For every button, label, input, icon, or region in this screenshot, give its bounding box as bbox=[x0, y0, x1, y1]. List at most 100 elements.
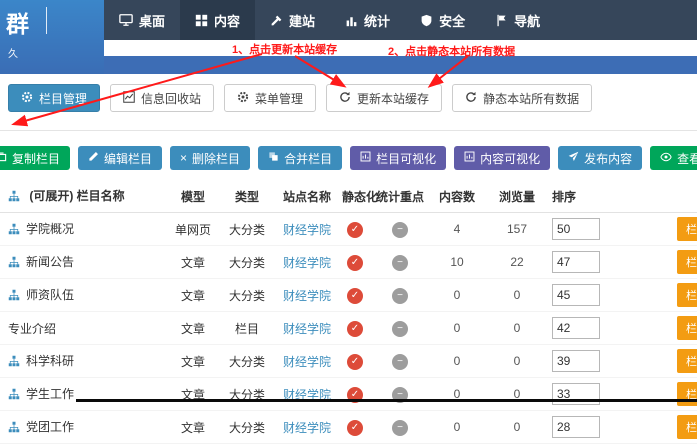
menu-manage-button[interactable]: 菜单管理 bbox=[224, 84, 316, 112]
header-sort: 排序 bbox=[548, 180, 603, 213]
security-shield-icon bbox=[420, 14, 433, 27]
static-enabled-icon[interactable]: ✓ bbox=[347, 222, 363, 238]
nav-item-label: 统计 bbox=[364, 11, 390, 30]
update-site-cache-button[interactable]: 更新本站缓存 bbox=[326, 84, 442, 112]
site-link[interactable]: 财经学院 bbox=[283, 355, 331, 369]
button-label: 复制栏目 bbox=[12, 150, 60, 167]
static-enabled-icon[interactable]: ✓ bbox=[347, 420, 363, 436]
site-link[interactable]: 财经学院 bbox=[283, 289, 331, 303]
button-label: 静态本站所有数据 bbox=[483, 90, 579, 107]
site-link[interactable]: 财经学院 bbox=[283, 223, 331, 237]
views-cell: 0 bbox=[486, 279, 548, 312]
button-label: 删除栏目 bbox=[192, 150, 240, 167]
column-name[interactable]: 专业介绍 bbox=[8, 322, 56, 336]
statistics-icon bbox=[345, 14, 358, 27]
sitemap-icon bbox=[8, 190, 20, 205]
model-cell: 文章 bbox=[168, 345, 218, 378]
row-column-button[interactable]: 栏目 bbox=[677, 415, 697, 439]
stat-focus-off-icon[interactable]: − bbox=[392, 288, 408, 304]
views-cell: 0 bbox=[486, 312, 548, 345]
model-cell: 文章 bbox=[168, 411, 218, 444]
column-name[interactable]: 学院概况 bbox=[26, 222, 74, 236]
site-link[interactable]: 财经学院 bbox=[283, 421, 331, 435]
static-all-site-data-button[interactable]: 静态本站所有数据 bbox=[452, 84, 592, 112]
nav-item-label: 建站 bbox=[289, 11, 315, 30]
content-count-cell: 0 bbox=[428, 411, 486, 444]
button-label: 菜单管理 bbox=[255, 90, 303, 107]
nav-item-statistics[interactable]: 统计 bbox=[330, 0, 405, 40]
publish-content-button[interactable]: 发布内容 bbox=[558, 146, 642, 170]
content-count-cell: 0 bbox=[428, 378, 486, 411]
content-count-cell: 10 bbox=[428, 246, 486, 279]
desktop-icon bbox=[119, 13, 133, 27]
column-name[interactable]: 学生工作 bbox=[26, 387, 74, 401]
column-manage-tab-button[interactable]: 栏目管理 bbox=[8, 84, 100, 112]
sort-input[interactable] bbox=[552, 317, 600, 339]
stat-focus-off-icon[interactable]: − bbox=[392, 420, 408, 436]
stat-focus-off-icon[interactable]: − bbox=[392, 321, 408, 337]
logo-tagline: 久 bbox=[8, 45, 18, 60]
view-activity-button[interactable]: 查看动态 bbox=[650, 146, 697, 170]
row-column-button[interactable]: 栏目 bbox=[677, 382, 697, 406]
columns-table: (可展开) 栏目名称 模型 类型 站点名称 静态化 统计重点 内容数 浏览量 排… bbox=[0, 180, 697, 444]
info-recycle-bin-button[interactable]: 信息回收站 bbox=[110, 84, 214, 112]
nav-item-navigation[interactable]: 导航 bbox=[480, 0, 555, 40]
tree-expand-icon[interactable] bbox=[8, 256, 20, 271]
button-label: 栏目可视化 bbox=[376, 150, 436, 167]
tree-expand-icon[interactable] bbox=[8, 421, 20, 436]
row-column-button[interactable]: 栏目 bbox=[677, 283, 697, 307]
type-cell: 栏目 bbox=[218, 312, 276, 345]
copy-column-button[interactable]: 复制栏目 bbox=[0, 146, 70, 170]
tree-expand-icon[interactable] bbox=[8, 289, 20, 304]
edit-column-button[interactable]: 编辑栏目 bbox=[78, 146, 162, 170]
column-name[interactable]: 科学科研 bbox=[26, 354, 74, 368]
tree-expand-icon[interactable] bbox=[8, 388, 20, 403]
annotation-strip bbox=[0, 40, 697, 56]
logo-divider bbox=[46, 7, 47, 34]
content-visualize-button[interactable]: 内容可视化 bbox=[454, 146, 550, 170]
nav-item-security[interactable]: 安全 bbox=[405, 0, 480, 40]
sort-input[interactable] bbox=[552, 284, 600, 306]
stat-focus-off-icon[interactable]: − bbox=[392, 354, 408, 370]
static-enabled-icon[interactable]: ✓ bbox=[347, 255, 363, 271]
header-views: 浏览量 bbox=[486, 180, 548, 213]
publish-icon bbox=[568, 151, 579, 165]
merge-column-button[interactable]: 合并栏目 bbox=[258, 146, 342, 170]
stat-focus-off-icon[interactable]: − bbox=[392, 255, 408, 271]
sort-input[interactable] bbox=[552, 218, 600, 240]
table-row: 党团工作 文章 大分类 财经学院 ✓ − 0 0 栏目 bbox=[0, 411, 697, 444]
type-cell: 大分类 bbox=[218, 378, 276, 411]
views-cell: 0 bbox=[486, 378, 548, 411]
static-enabled-icon[interactable]: ✓ bbox=[347, 321, 363, 337]
tree-expand-icon[interactable] bbox=[8, 223, 20, 238]
site-link[interactable]: 财经学院 bbox=[283, 256, 331, 270]
copy-icon bbox=[0, 151, 7, 165]
row-column-button[interactable]: 栏目 bbox=[677, 349, 697, 373]
site-link[interactable]: 财经学院 bbox=[283, 322, 331, 336]
row-column-button[interactable]: 栏目 bbox=[677, 316, 697, 340]
static-enabled-icon[interactable]: ✓ bbox=[347, 288, 363, 304]
nav-item-build-site[interactable]: 建站 bbox=[255, 0, 330, 40]
nav-item-desktop[interactable]: 桌面 bbox=[104, 0, 180, 40]
sort-input[interactable] bbox=[552, 350, 600, 372]
bottom-border-line bbox=[76, 399, 697, 402]
delete-column-button[interactable]: × 删除栏目 bbox=[170, 146, 250, 170]
stat-focus-off-icon[interactable]: − bbox=[392, 222, 408, 238]
nav-item-content[interactable]: 内容 bbox=[180, 0, 255, 40]
row-column-button[interactable]: 栏目 bbox=[677, 250, 697, 274]
header-stat-focus: 统计重点 bbox=[372, 180, 428, 213]
sort-input[interactable] bbox=[552, 251, 600, 273]
header-content-count: 内容数 bbox=[428, 180, 486, 213]
sort-input[interactable] bbox=[552, 416, 600, 438]
nav-item-label: 内容 bbox=[214, 11, 240, 30]
column-toolbar: 复制栏目 编辑栏目 × 删除栏目 合并栏目 栏目可视化 内容可视化 发布内容 查… bbox=[0, 146, 697, 170]
static-enabled-icon[interactable]: ✓ bbox=[347, 354, 363, 370]
column-visualize-button[interactable]: 栏目可视化 bbox=[350, 146, 446, 170]
column-name[interactable]: 新闻公告 bbox=[26, 255, 74, 269]
button-label: 更新本站缓存 bbox=[357, 90, 429, 107]
views-cell: 0 bbox=[486, 345, 548, 378]
column-name[interactable]: 师资队伍 bbox=[26, 288, 74, 302]
tree-expand-icon[interactable] bbox=[8, 355, 20, 370]
column-name[interactable]: 党团工作 bbox=[26, 420, 74, 434]
row-column-button[interactable]: 栏目 bbox=[677, 217, 697, 241]
